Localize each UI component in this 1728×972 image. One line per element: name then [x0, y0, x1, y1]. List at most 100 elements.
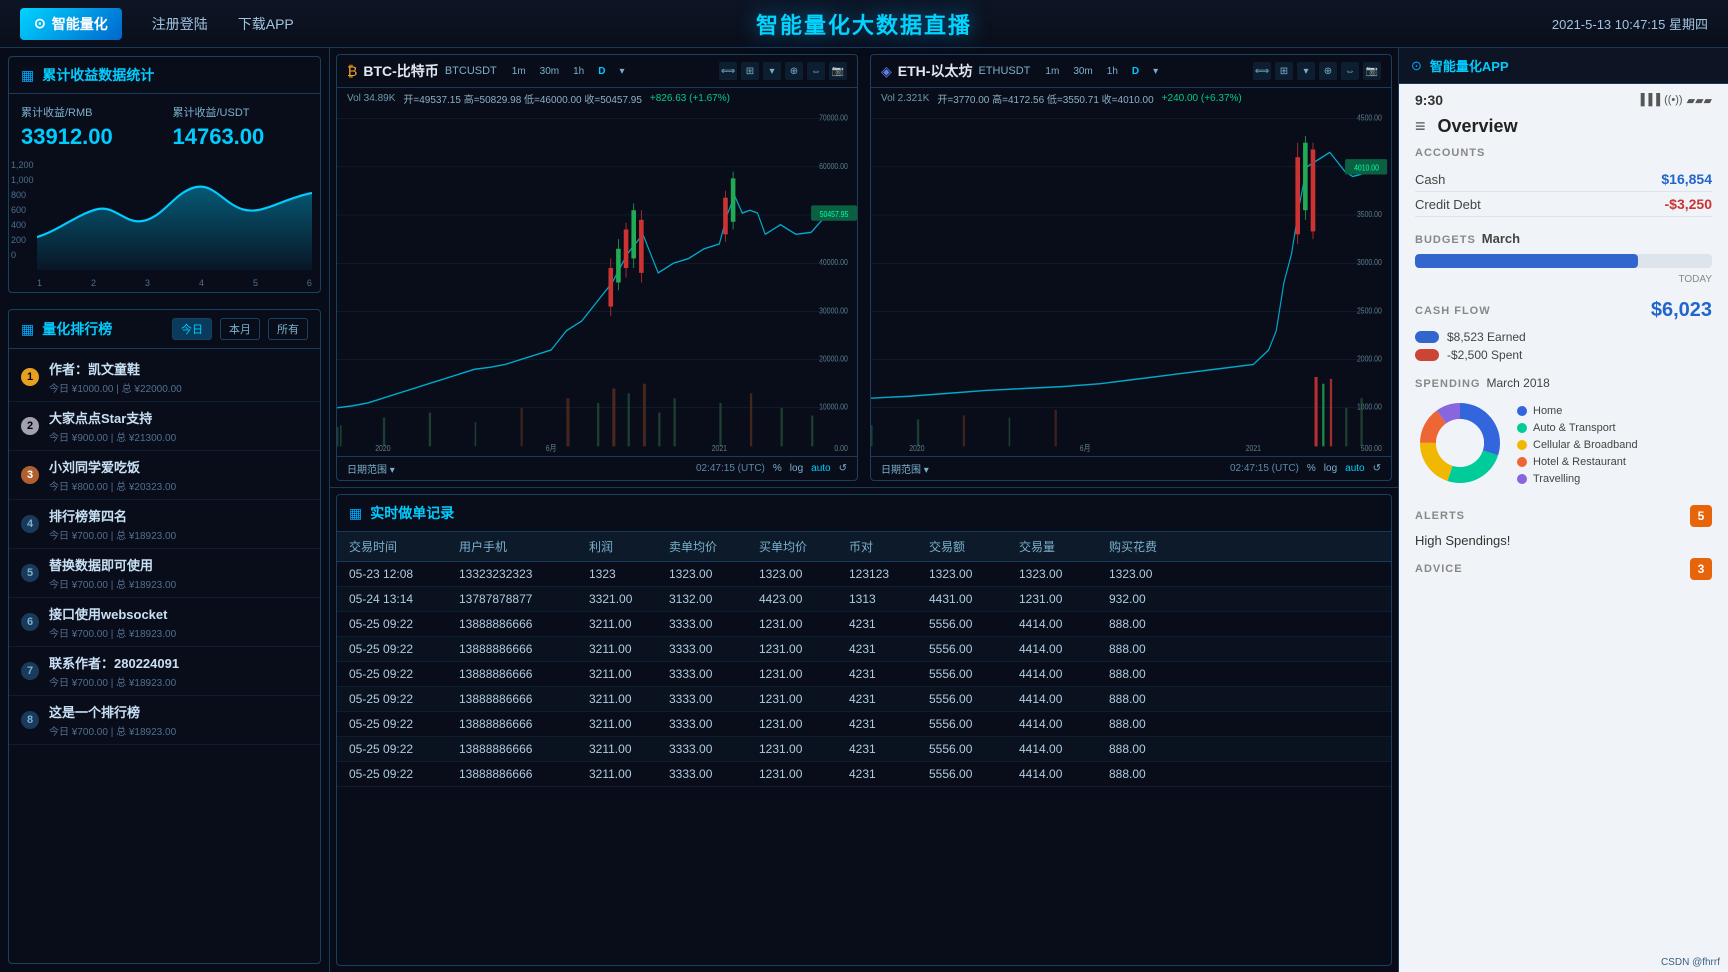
eth-chart-body[interactable]: 4500.00 4000.00 3500.00 3000.00 2500.00 …	[871, 109, 1391, 456]
table-cell: 1231.00	[759, 617, 849, 631]
rank-sub: 今日 ¥1000.00 | 总 ¥22000.00	[49, 380, 308, 395]
table-row: 05-25 09:22138888866663211.003333.001231…	[337, 662, 1391, 687]
eth-tf-1h[interactable]: 1h	[1102, 65, 1123, 78]
eth-ctrl-3[interactable]: ▾	[1297, 62, 1315, 80]
btc-ctrl-5[interactable]: ⇔	[807, 62, 825, 80]
rank-num: 4	[21, 515, 39, 533]
legend-travel-label: Travelling	[1533, 473, 1580, 485]
rank-name: 小刘同学爱吃饭	[49, 457, 308, 476]
btc-pair: BTCUSDT	[445, 65, 497, 77]
table-row: 05-25 09:22138888866663211.003333.001231…	[337, 712, 1391, 737]
mini-chart-svg	[37, 160, 312, 270]
table-cell: 888.00	[1109, 692, 1209, 706]
eth-info-row: Vol 2.321K 开=3770.00 高=4172.56 低=3550.71…	[871, 88, 1391, 109]
eth-tf-arrow[interactable]: ▾	[1148, 65, 1163, 78]
eth-footer-auto[interactable]: auto	[1345, 463, 1364, 474]
svg-text:50457.95: 50457.95	[820, 209, 849, 219]
btc-ctrl-1[interactable]: ⟺	[719, 62, 737, 80]
btc-footer-pct[interactable]: %	[773, 463, 782, 474]
btc-refresh-icon[interactable]: ↺	[839, 463, 847, 474]
eth-tf-30m[interactable]: 30m	[1068, 65, 1097, 78]
btc-ctrl-3[interactable]: ▾	[763, 62, 781, 80]
spending-body: Home Auto & Transport Cellular & Broadba…	[1415, 398, 1712, 491]
eth-tf-d[interactable]: D	[1127, 65, 1144, 78]
credit-value: -$3,250	[1665, 196, 1712, 212]
table-cell: 4414.00	[1019, 717, 1109, 731]
eth-controls: ⟺ ⊞ ▾ ⊕ ⇔ 📷	[1253, 62, 1381, 80]
table-cell: 5556.00	[929, 692, 1019, 706]
advice-label: ADVICE	[1415, 563, 1463, 575]
eth-footer-pct[interactable]: %	[1307, 463, 1316, 474]
eth-refresh-icon[interactable]: ↺	[1373, 463, 1381, 474]
table-cell: 3211.00	[589, 717, 669, 731]
stats-icon: ▦	[21, 67, 34, 84]
table-row: 05-25 09:22138888866663211.003333.001231…	[337, 737, 1391, 762]
btc-ctrl-cam[interactable]: 📷	[829, 62, 847, 80]
btc-tf-1h[interactable]: 1h	[568, 65, 589, 78]
eth-footer-date[interactable]: 日期范围 ▾	[881, 461, 929, 476]
svg-text:2021: 2021	[712, 443, 727, 453]
eth-ctrl-2[interactable]: ⊞	[1275, 62, 1293, 80]
btc-tf-1m[interactable]: 1m	[507, 65, 531, 78]
phone-content[interactable]: ACCOUNTS Cash $16,854 Credit Debt -$3,25…	[1399, 147, 1728, 972]
rank-name: 大家点点Star支持	[49, 408, 308, 427]
advice-header: ADVICE 3	[1415, 558, 1712, 580]
btc-ctrl-2[interactable]: ⊞	[741, 62, 759, 80]
table-cell: 05-25 09:22	[349, 717, 459, 731]
btc-footer-log[interactable]: log	[790, 463, 803, 474]
overview-title: Overview	[1438, 116, 1518, 137]
btc-footer-date[interactable]: 日期范围 ▾	[347, 461, 395, 476]
ranking-header: ▦ 量化排行榜 今日 本月 所有	[9, 310, 320, 349]
legend-hotel: Hotel & Restaurant	[1517, 456, 1638, 468]
stat-usdt-label: 累计收益/USDT	[173, 104, 309, 120]
table-cell: 4231	[849, 667, 929, 681]
budgets-label: BUDGETS	[1415, 234, 1476, 246]
rank-num: 3	[21, 466, 39, 484]
rank-sub: 今日 ¥700.00 | 总 ¥18923.00	[49, 576, 308, 591]
ranking-item: 2 大家点点Star支持 今日 ¥900.00 | 总 ¥21300.00	[9, 402, 320, 451]
btc-chart-body[interactable]: 70000.00 60000.00 50000.00 40000.00 3000…	[337, 109, 857, 456]
rank-info: 大家点点Star支持 今日 ¥900.00 | 总 ¥21300.00	[49, 408, 308, 444]
eth-footer-log[interactable]: log	[1324, 463, 1337, 474]
tab-today[interactable]: 今日	[172, 318, 212, 340]
ranking-list: 1 作者：凯文童鞋 今日 ¥1000.00 | 总 ¥22000.00 2 大家…	[9, 349, 320, 963]
table-cell: 4431.00	[929, 592, 1019, 606]
nav-link-register[interactable]: 注册登陆	[152, 14, 208, 34]
btc-tf-d[interactable]: D	[593, 65, 610, 78]
tab-all[interactable]: 所有	[268, 318, 308, 340]
table-cell: 13888886666	[459, 667, 589, 681]
right-panel: ⊙ 智能量化APP 9:30 ▐▐▐ ((•)) ▰▰▰ ≡ Overview …	[1398, 48, 1728, 972]
page-title: 智能量化大数据直播	[756, 8, 972, 40]
table-cell: 932.00	[1109, 592, 1209, 606]
btc-tf-30m[interactable]: 30m	[535, 65, 564, 78]
col-sell: 卖单均价	[669, 538, 759, 555]
budget-bar	[1415, 254, 1638, 268]
spending-header: SPENDING March 2018	[1415, 376, 1712, 390]
ranking-item: 4 排行榜第四名 今日 ¥700.00 | 总 ¥18923.00	[9, 500, 320, 549]
eth-tf-1m[interactable]: 1m	[1040, 65, 1064, 78]
legend-auto-label: Auto & Transport	[1533, 422, 1616, 434]
table-cell: 5556.00	[929, 667, 1019, 681]
btc-vol: Vol 34.89K	[347, 93, 395, 104]
stat-usdt: 累计收益/USDT 14763.00	[173, 104, 309, 150]
tab-month[interactable]: 本月	[220, 318, 260, 340]
eth-ctrl-4[interactable]: ⊕	[1319, 62, 1337, 80]
eth-ctrl-5[interactable]: ⇔	[1341, 62, 1359, 80]
table-cell: 4231	[849, 617, 929, 631]
btc-tf-arrow[interactable]: ▾	[614, 65, 629, 78]
nav-logo[interactable]: ⊙ 智能量化	[20, 8, 122, 40]
svg-text:60000.00: 60000.00	[819, 161, 848, 171]
table-cell: 3333.00	[669, 767, 759, 781]
nav-link-download[interactable]: 下载APP	[238, 14, 294, 34]
ranking-section: ▦ 量化排行榜 今日 本月 所有 1 作者：凯文童鞋 今日 ¥1000.00 |…	[8, 309, 321, 964]
btc-footer-auto[interactable]: auto	[811, 463, 830, 474]
eth-ctrl-1[interactable]: ⟺	[1253, 62, 1271, 80]
credit-row: Credit Debt -$3,250	[1415, 192, 1712, 217]
table-cell: 3321.00	[589, 592, 669, 606]
ranking-item: 5 替换数据即可使用 今日 ¥700.00 | 总 ¥18923.00	[9, 549, 320, 598]
hamburger-icon[interactable]: ≡	[1415, 116, 1426, 137]
eth-ctrl-cam[interactable]: 📷	[1363, 62, 1381, 80]
btc-ctrl-4[interactable]: ⊕	[785, 62, 803, 80]
chart-y-labels: 1,2001,0008006004002000	[9, 160, 36, 260]
spending-legend: Home Auto & Transport Cellular & Broadba…	[1517, 405, 1638, 485]
